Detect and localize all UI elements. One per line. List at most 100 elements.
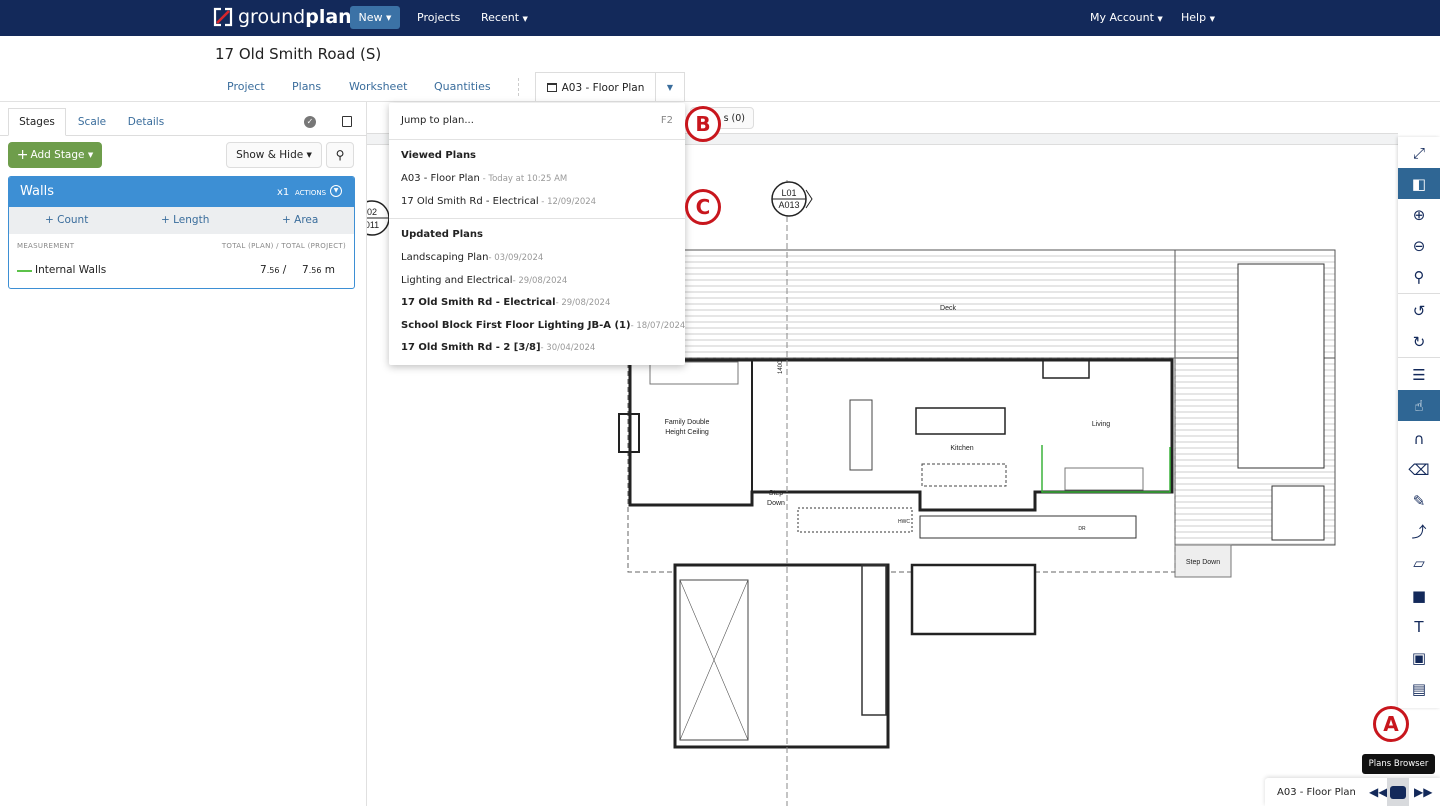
plan-date: - Today at 10:25 AM (479, 174, 568, 184)
main-walls (628, 358, 1174, 512)
caret-down-icon: ▼ (1209, 15, 1215, 23)
dropdown-divider (389, 139, 685, 140)
svg-text:Deck: Deck (940, 305, 956, 312)
plan-menu-item[interactable]: Lighting and Electrical- 29/08/2024 (401, 275, 567, 286)
ruler-icon[interactable]: ▱ (1398, 547, 1440, 578)
measurement-columns: MEASUREMENT TOTAL (PLAN) / TOTAL (PROJEC… (9, 234, 354, 256)
plans-browser-icon (1390, 786, 1406, 799)
plans-browser-button[interactable] (1387, 778, 1409, 806)
total-project: 7.56 m (302, 264, 335, 276)
spa (1271, 485, 1325, 541)
groundplan-logo[interactable]: groundplan (213, 6, 352, 28)
svg-text:Kitchen: Kitchen (950, 445, 973, 452)
measurement-row[interactable]: Internal Walls 7.56 / 7.56 m (9, 256, 354, 288)
plan-navigator: A03 - Floor Plan ◀◀ ▶▶ (1265, 778, 1440, 806)
plan-date: - 12/09/2024 (538, 197, 597, 207)
curve-icon[interactable]: ⤴ (1398, 516, 1440, 547)
search-button[interactable]: ⚲ (326, 142, 354, 168)
add-measurement-row: + Count + Length + Area (9, 207, 354, 234)
projects-link[interactable]: Projects (417, 11, 460, 24)
text-icon[interactable]: T (1398, 611, 1440, 642)
help-menu[interactable]: Help ▼ (1181, 11, 1215, 24)
jump-to-plan-item[interactable]: Jump to plan... (401, 115, 474, 126)
current-plan-name: A03 - Floor Plan (1277, 787, 1356, 798)
add-length-button[interactable]: + Length (161, 214, 209, 226)
callout-marker-b: B (685, 106, 721, 142)
plan-name: 17 Old Smith Rd - Electrical (401, 196, 539, 207)
jump-shortcut: F2 (660, 115, 673, 126)
tab-quantities[interactable]: Quantities (434, 80, 491, 93)
tab-divider (518, 78, 519, 96)
plan-date: - 03/09/2024 (488, 253, 544, 263)
col-measurement: MEASUREMENT (17, 242, 75, 250)
check-circle-icon[interactable]: ✓ (304, 116, 316, 128)
tab-worksheet[interactable]: Worksheet (349, 80, 407, 93)
svg-text:011: 011 (367, 220, 379, 230)
plan-menu-item[interactable]: 17 Old Smith Rd - Electrical - 12/09/202… (401, 196, 596, 207)
svg-text:A013: A013 (778, 200, 799, 210)
viewed-plans-header: Viewed Plans (401, 150, 477, 161)
col-total: TOTAL (PLAN) / TOTAL (PROJECT) (221, 242, 346, 250)
account-label: My Account (1090, 11, 1154, 24)
pointer-icon[interactable]: ☝ (1398, 390, 1440, 421)
new-button[interactable]: New ▼ (350, 6, 400, 29)
my-account-menu[interactable]: My Account ▼ (1090, 11, 1163, 24)
tab-project[interactable]: Project (227, 80, 265, 93)
logo-icon (213, 7, 233, 27)
current-plan-tab[interactable]: A03 - Floor Plan (535, 72, 656, 102)
save-icon[interactable] (342, 116, 352, 127)
recent-label: Recent (481, 11, 520, 24)
measurement-name: Internal Walls (35, 264, 107, 276)
actions-caret-icon[interactable]: ▼ (330, 185, 342, 197)
stage-header[interactable]: Walls x1 ACTIONS ▼ (9, 177, 354, 207)
add-area-button[interactable]: + Area (282, 214, 318, 226)
toolbar-divider (1398, 357, 1440, 358)
tab-stages[interactable]: Stages (8, 108, 66, 136)
add-stage-button[interactable]: + Add Stage ▼ (8, 142, 102, 168)
shapes-icon[interactable]: ■ (1398, 580, 1440, 611)
show-hide-button[interactable]: Show & Hide ▼ (226, 142, 322, 168)
zoom-fit-icon[interactable]: ⚲ (1398, 261, 1440, 292)
caret-down-icon: ▼ (386, 13, 392, 22)
svg-text:L01: L01 (781, 188, 796, 198)
magnet-icon[interactable]: ∩ (1398, 423, 1440, 454)
svg-text:HWC: HWC (898, 519, 910, 525)
eraser-icon[interactable]: ⌫ (1398, 454, 1440, 485)
recent-menu[interactable]: Recent ▼ (481, 11, 528, 24)
svg-text:02: 02 (367, 207, 377, 217)
right-toolbar: ⤢ ◧ ⊕ ⊖ ⚲ ↺ ↻ ☰ ☝ ∩ ⌫ ✎ ⤴ ▱ ■ T ▣ ▤ (1398, 137, 1440, 708)
next-plan-icon[interactable]: ▶▶ (1414, 785, 1432, 799)
plan-name: 17 Old Smith Rd - Electrical (401, 297, 556, 308)
comment-icon[interactable]: ▤ (1398, 673, 1440, 704)
zoom-out-icon[interactable]: ⊖ (1398, 230, 1440, 261)
measurement-color-swatch (17, 270, 32, 272)
top-navbar: groundplan New ▼ Projects Recent ▼ My Ac… (0, 0, 1440, 36)
redo-icon[interactable]: ↻ (1398, 326, 1440, 357)
plan-menu-item[interactable]: Landscaping Plan- 03/09/2024 (401, 252, 543, 263)
plan-name: A03 - Floor Plan (401, 173, 480, 184)
caret-down-icon: ▼ (522, 15, 528, 23)
tab-scale[interactable]: Scale (70, 108, 114, 136)
plan-menu-item[interactable]: School Block First Floor Lighting JB-A (… (401, 320, 685, 331)
svg-text:1400: 1400 (778, 360, 784, 374)
panel-toggle-icon[interactable]: ◧ (1398, 168, 1440, 199)
actions-label[interactable]: ACTIONS (295, 189, 326, 197)
zoom-in-icon[interactable]: ⊕ (1398, 199, 1440, 230)
plan-menu-item[interactable]: 17 Old Smith Rd - Electrical- 29/08/2024 (401, 297, 610, 308)
plan-name: 17 Old Smith Rd - 2 [3/8] (401, 342, 541, 353)
fullscreen-icon[interactable]: ⤢ (1398, 137, 1440, 168)
add-count-button[interactable]: + Count (45, 214, 88, 226)
svg-text:Living: Living (1092, 421, 1110, 428)
pencil-icon[interactable]: ✎ (1398, 485, 1440, 516)
previous-plan-icon[interactable]: ◀◀ (1369, 785, 1387, 799)
undo-icon[interactable]: ↺ (1398, 295, 1440, 326)
plan-menu-item[interactable]: A03 - Floor Plan - Today at 10:25 AM (401, 173, 567, 184)
plan-date: - 29/08/2024 (512, 275, 568, 286)
plan-menu-item[interactable]: 17 Old Smith Rd - 2 [3/8]- 30/04/2024 (401, 342, 595, 353)
add-stage-label: Add Stage (30, 149, 85, 161)
list-icon[interactable]: ☰ (1398, 359, 1440, 390)
tab-plans[interactable]: Plans (292, 80, 321, 93)
plan-dropdown-toggle[interactable]: ▼ (655, 72, 685, 102)
tab-details[interactable]: Details (120, 108, 172, 136)
image-icon[interactable]: ▣ (1398, 642, 1440, 673)
